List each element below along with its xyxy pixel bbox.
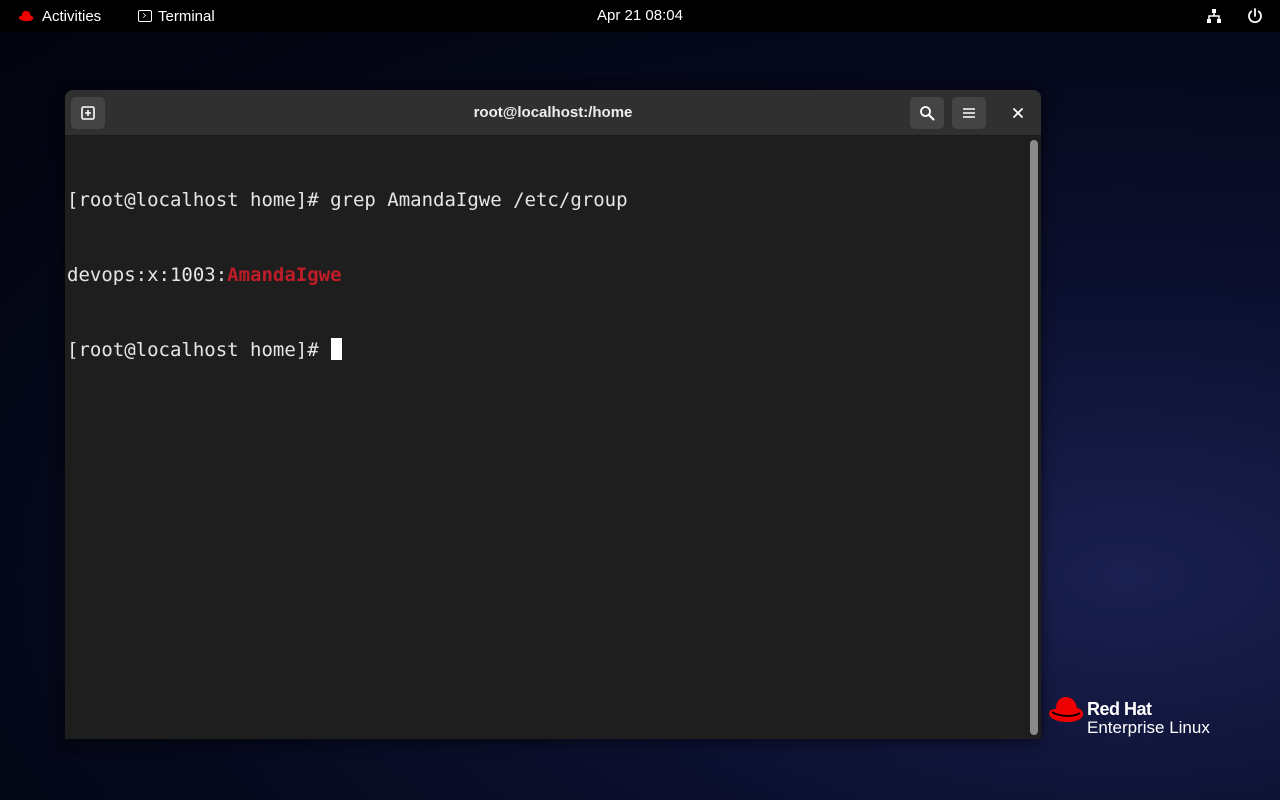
scrollbar-thumb[interactable] — [1030, 140, 1038, 735]
grep-match: AmandaIgwe — [227, 264, 342, 286]
text-cursor — [331, 338, 343, 360]
window-title: root@localhost:/home — [473, 104, 633, 121]
terminal-icon — [138, 10, 152, 22]
new-tab-icon — [81, 106, 95, 120]
clock[interactable]: Apr 21 08:04 — [597, 7, 683, 24]
terminal-line-command: [root@localhost home]# grep AmandaIgwe /… — [67, 189, 628, 211]
power-icon[interactable] — [1246, 7, 1264, 25]
search-icon — [920, 106, 935, 121]
brand-name: Red Hat — [1087, 699, 1152, 719]
terminal-window: root@localhost:/home [root@localhost hom… — [65, 90, 1041, 739]
result-prefix: devops:x:1003: — [67, 264, 228, 286]
hamburger-menu-icon — [963, 108, 975, 118]
redhat-logo: Red Hat Enterprise Linux — [1048, 695, 1228, 745]
close-button[interactable] — [1001, 97, 1035, 129]
redhat-hat-icon — [18, 10, 34, 22]
activities-label: Activities — [42, 7, 102, 25]
activities-button[interactable]: Activities — [18, 0, 101, 32]
brand-product: Enterprise Linux — [1087, 718, 1210, 737]
terminal-line-result: devops:x:1003:AmandaIgwe — [67, 263, 1027, 288]
prompt: [root@localhost home]# — [67, 339, 331, 361]
terminal-output[interactable]: [root@localhost home]# grep AmandaIgwe /… — [65, 136, 1027, 739]
close-icon — [1013, 108, 1023, 118]
app-menu-label: Terminal — [158, 7, 215, 25]
network-icon[interactable] — [1206, 8, 1222, 24]
menu-button[interactable] — [952, 97, 986, 129]
search-button[interactable] — [910, 97, 944, 129]
top-bar: Activities Terminal Apr 21 08:04 — [0, 0, 1280, 32]
terminal-line-prompt: [root@localhost home]# — [67, 338, 1027, 363]
header-bar: root@localhost:/home — [65, 90, 1041, 136]
redhat-hat-icon — [1049, 697, 1083, 722]
scrollbar[interactable] — [1027, 136, 1041, 739]
new-tab-button[interactable] — [71, 97, 105, 129]
app-menu-terminal[interactable]: Terminal — [138, 0, 215, 32]
